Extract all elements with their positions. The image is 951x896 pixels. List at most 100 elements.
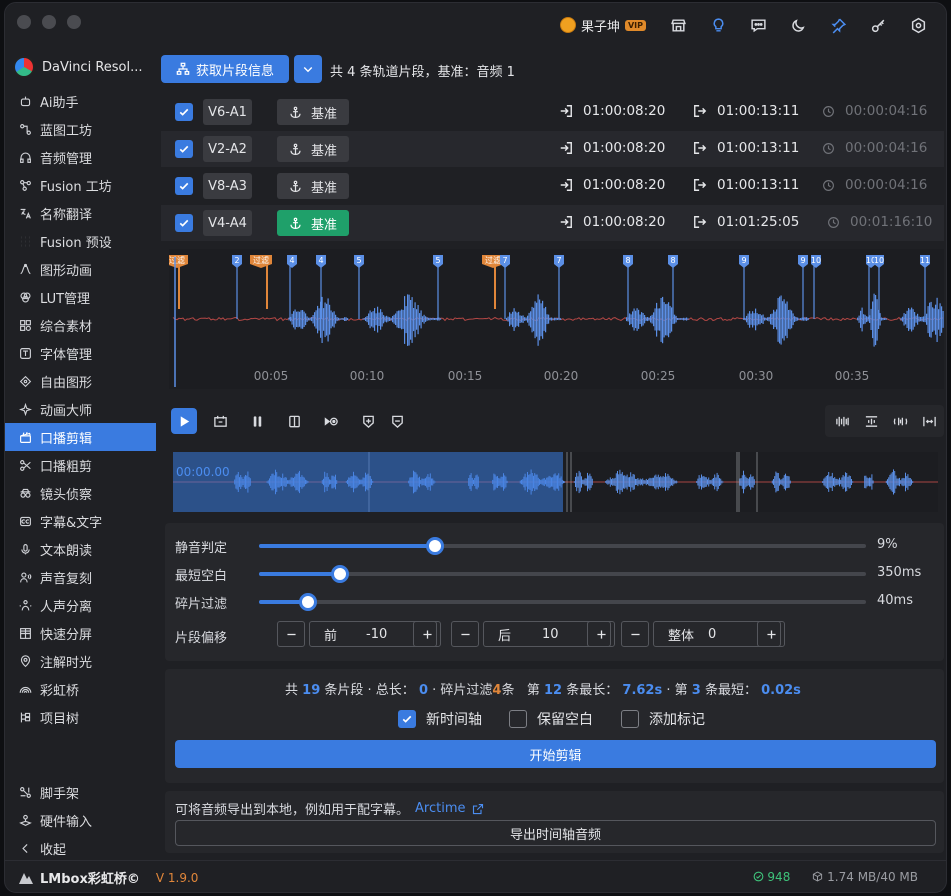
user-avatar — [559, 17, 576, 33]
sidebar-item-label: 综合素材 — [40, 319, 93, 335]
sidebar-item[interactable]: Fusion 工坊 — [5, 171, 156, 199]
stat-shortest-value: 0.02s — [761, 683, 801, 698]
sidebar-item[interactable]: 音频管理 — [5, 143, 156, 171]
expand-wave-button[interactable] — [887, 408, 913, 434]
tree-icon — [20, 712, 31, 722]
lightbulb-icon[interactable] — [700, 11, 736, 39]
minimize-window-button[interactable] — [42, 15, 56, 29]
sidebar-item[interactable]: 快速分屏 — [5, 619, 156, 647]
sidebar-item[interactable]: 文本朗读 — [5, 535, 156, 563]
sidebar-item[interactable]: 字体管理 — [5, 339, 156, 367]
set-reference-button[interactable]: 基准 — [277, 210, 349, 236]
sidebar-item[interactable]: 口播粗剪 — [5, 451, 156, 479]
arctime-link[interactable]: Arctime — [415, 801, 465, 816]
checkbox-unchecked[interactable] — [509, 710, 527, 728]
user-profile[interactable]: 果子坤 VIP — [559, 16, 646, 35]
sidebar-item[interactable]: 自由图形 — [5, 367, 156, 395]
sidebar-item[interactable]: 声音复刻 — [5, 563, 156, 591]
offset-increment-button[interactable] — [757, 621, 785, 647]
sidebar-item-label: Fusion 预设 — [40, 235, 112, 251]
external-link-icon[interactable] — [472, 803, 484, 815]
sidebar-item[interactable]: 名称翻译 — [5, 199, 156, 227]
track-in-timecode: 01:00:08:20 — [583, 177, 666, 193]
remove-marker-button[interactable] — [384, 408, 410, 434]
zoom-window-button[interactable] — [67, 15, 81, 29]
close-window-button[interactable] — [17, 15, 31, 29]
sidebar-item[interactable]: Ai助手 — [5, 87, 156, 115]
option-label: 保留空白 — [537, 712, 593, 728]
offset-decrement-button[interactable] — [621, 621, 649, 647]
offset-increment-button[interactable] — [413, 621, 441, 647]
app-selector[interactable]: DaVinci Resol... — [5, 47, 156, 87]
set-reference-button[interactable]: 基准 — [277, 136, 349, 162]
slider-thumb[interactable] — [298, 593, 317, 611]
export-audio-button[interactable]: 导出时间轴音频 — [175, 820, 936, 846]
fetch-clips-button[interactable]: 获取片段信息 — [161, 55, 289, 83]
sidebar-item[interactable]: LUT管理 — [5, 283, 156, 311]
sidebar-item[interactable]: Fusion 预设 — [5, 227, 156, 255]
compress-wave-button[interactable] — [858, 408, 884, 434]
stretch-wave-button[interactable] — [916, 408, 942, 434]
option-checkbox[interactable]: 添加标记 — [621, 709, 705, 729]
start-cut-button[interactable]: 开始剪辑 — [175, 740, 936, 768]
sidebar-item[interactable]: 注解时光 — [5, 647, 156, 675]
checkbox-unchecked[interactable] — [621, 710, 639, 728]
slider-track[interactable] — [259, 593, 866, 611]
track-checkbox[interactable] — [175, 177, 193, 195]
sidebar-item[interactable]: 脚手架 — [5, 778, 156, 806]
option-checkbox[interactable]: 新时间轴 — [398, 709, 482, 729]
track-checkbox[interactable] — [175, 140, 193, 158]
checkbox-checked[interactable] — [398, 710, 416, 728]
settings-icon[interactable] — [900, 11, 936, 39]
waveform-view[interactable]: 过滤 2 过滤 4 4 5 5 过滤 7 7 8 8 9 9 10 1010 1100:05 00:10 00:15… — [169, 249, 944, 389]
sidebar-item[interactable]: 动画大师 — [5, 395, 156, 423]
chat-icon[interactable] — [740, 11, 776, 39]
set-reference-button[interactable]: 基准 — [277, 173, 349, 199]
fetch-dropdown-button[interactable] — [294, 55, 322, 83]
sidebar-item[interactable]: 彩虹桥 — [5, 675, 156, 703]
sidebar-item[interactable]: 收起 — [5, 834, 156, 862]
offset-increment-button[interactable] — [587, 621, 615, 647]
pause-button[interactable] — [244, 408, 270, 434]
add-marker-button[interactable] — [355, 408, 381, 434]
sidebar-item[interactable]: 蓝图工坊 — [5, 115, 156, 143]
moon-icon[interactable] — [780, 11, 816, 39]
clip-range-button[interactable] — [207, 408, 233, 434]
offset-decrement-button[interactable] — [451, 621, 479, 647]
pin-icon[interactable] — [820, 11, 856, 39]
waveform-overview[interactable]: 00:00.00 — [173, 452, 938, 512]
option-checkbox[interactable]: 保留空白 — [509, 709, 593, 729]
store-icon[interactable] — [660, 11, 696, 39]
marker-label: 过滤 — [253, 255, 269, 265]
slider-thumb[interactable] — [331, 565, 350, 583]
marker-label: 过滤 — [169, 255, 185, 265]
sidebar-item[interactable]: 人声分离 — [5, 591, 156, 619]
slider-track[interactable] — [259, 565, 866, 583]
set-reference-button[interactable]: 基准 — [277, 99, 349, 125]
split-screen-icon — [20, 627, 31, 639]
key-icon[interactable] — [860, 11, 896, 39]
split-button[interactable] — [281, 408, 307, 434]
sparkle-icon — [19, 402, 32, 416]
sidebar-item[interactable]: 图形动画 — [5, 255, 156, 283]
jump-to-target-button[interactable] — [318, 408, 344, 434]
slider-track[interactable] — [259, 537, 866, 555]
play-button[interactable] — [171, 408, 197, 434]
sidebar-item[interactable]: 字幕&文字 — [5, 507, 156, 535]
rough-cut-icon — [20, 459, 31, 471]
rainbow-icon — [19, 686, 32, 693]
sidebar-item[interactable]: 镜头侦察 — [5, 479, 156, 507]
slider-thumb[interactable] — [426, 537, 445, 555]
sidebar-item[interactable]: 硬件输入 — [5, 806, 156, 834]
fit-wave-button[interactable] — [829, 408, 855, 434]
overview-viewport[interactable] — [173, 452, 563, 512]
offset-decrement-button[interactable] — [277, 621, 305, 647]
track-out-timecode: 01:00:13:11 — [717, 140, 800, 156]
sidebar-item[interactable]: 项目树 — [5, 703, 156, 731]
sidebar-item[interactable]: 口播剪辑 — [5, 423, 156, 451]
sidebar-item[interactable]: 综合素材 — [5, 311, 156, 339]
track-checkbox[interactable] — [175, 214, 193, 232]
track-in-point: 01:00:08:20 — [559, 103, 665, 119]
slider-fill — [259, 572, 341, 576]
track-checkbox[interactable] — [175, 103, 193, 121]
